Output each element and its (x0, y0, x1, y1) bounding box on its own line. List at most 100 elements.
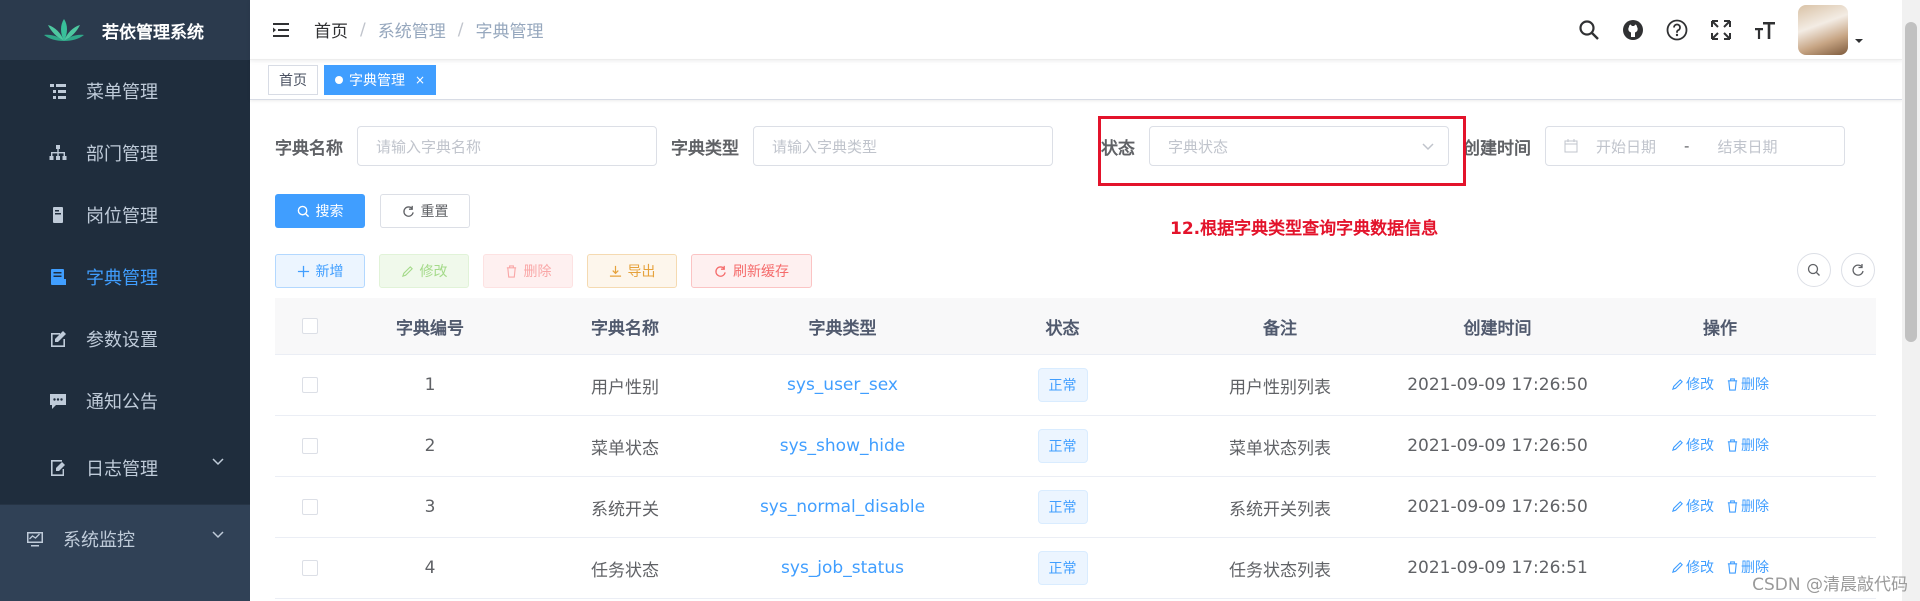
create-time: 2021-09-09 17:26:50 (1407, 436, 1588, 456)
column-header: 操作 (1703, 318, 1737, 339)
row-edit-button[interactable]: 修改 (1671, 557, 1714, 577)
sidebar-item-menu[interactable]: 菜单管理 (0, 60, 250, 122)
trash-icon (1727, 561, 1738, 574)
dict-type-cell: sys_show_hide (735, 436, 950, 456)
op-label: 删除 (1741, 499, 1769, 516)
create-time: 2021-09-09 17:26:50 (1407, 375, 1588, 395)
status-badge: 正常 (1037, 490, 1088, 524)
sidebar-item-label: 菜单管理 (86, 82, 158, 103)
create-time: 2021-09-09 17:26:51 (1407, 558, 1588, 578)
scrollbar[interactable] (1902, 0, 1920, 601)
tags-view: 首页 字典管理 × (250, 60, 1902, 100)
dict-name-label: 字典名称 (275, 138, 343, 159)
remark: 用户性别列表 (1229, 377, 1331, 398)
github-icon[interactable] (1622, 19, 1644, 41)
tag-home[interactable]: 首页 (268, 64, 318, 95)
refresh-cache-button[interactable]: 刷新缓存 (691, 254, 812, 288)
sidebar-item-notice[interactable]: 通知公告 (0, 370, 250, 432)
search-form: 字典名称 请输入字典名称 字典类型 请输入字典类型 状态 字典状态 创建时间 开… (275, 126, 1845, 166)
select-all-checkbox[interactable] (302, 318, 318, 334)
dict-type-cell: sys_normal_disable (735, 497, 950, 517)
help-icon[interactable] (1666, 19, 1688, 41)
trash-icon (506, 264, 516, 278)
sidebar-item-log[interactable]: 日志管理 (0, 432, 250, 504)
op-label: 修改 (1686, 560, 1714, 577)
column-header: 备注 (1263, 318, 1297, 339)
select-cell (275, 499, 345, 515)
logo[interactable]: 若依管理系统 (0, 0, 250, 60)
caret-down-icon[interactable] (1854, 36, 1864, 46)
dict-table: 字典编号 字典名称 字典类型 状态 备注 创建时间 操作 1 用户性别 sys_us… (275, 298, 1876, 599)
plus-icon (297, 265, 309, 277)
hamburger-icon[interactable] (272, 20, 292, 40)
status-cell: 正常 (950, 429, 1175, 463)
sidebar-item-dept[interactable]: 部门管理 (0, 122, 250, 184)
font-size-icon[interactable] (1754, 19, 1776, 41)
fullscreen-icon[interactable] (1710, 19, 1732, 41)
table-body: 1 用户性别 sys_user_sex 正常 用户性别列表 2021-09-09 17:2… (275, 355, 1876, 599)
select-cell (275, 560, 345, 576)
download-icon (609, 265, 621, 277)
tree-table-icon (50, 84, 66, 99)
close-icon[interactable]: × (415, 73, 425, 87)
breadcrumb-current: 字典管理 (475, 22, 544, 42)
org-tree-icon (49, 145, 67, 160)
dict-name-input[interactable]: 请输入字典名称 (357, 126, 657, 166)
breadcrumb: 首页 / 系统管理 / 字典管理 (314, 17, 544, 43)
row-checkbox[interactable] (302, 438, 318, 454)
date-range-picker[interactable]: 开始日期 - 结束日期 (1545, 126, 1845, 166)
sidebar: 若依管理系统 菜单管理 部门管理 岗位管理 字典管理 参数设置 通知公告 日志管… (0, 0, 250, 601)
dict-icon (51, 269, 66, 285)
row-edit-button[interactable]: 修改 (1671, 435, 1714, 455)
row-edit-button[interactable]: 修改 (1671, 374, 1714, 394)
scroll-thumb[interactable] (1905, 22, 1917, 342)
add-button[interactable]: 新增 (275, 254, 365, 288)
status-badge: 正常 (1037, 368, 1088, 402)
app: 若依管理系统 菜单管理 部门管理 岗位管理 字典管理 参数设置 通知公告 日志管… (0, 0, 1920, 601)
export-button[interactable]: 导出 (587, 254, 677, 288)
delete-button[interactable]: 删除 (483, 254, 573, 288)
op-label: 删除 (1741, 438, 1769, 455)
right-menu (1578, 0, 1902, 60)
start-date[interactable]: 开始日期 (1596, 136, 1656, 157)
dict-type-link[interactable]: sys_show_hide (780, 436, 905, 456)
dict-type-link[interactable]: sys_normal_disable (760, 497, 925, 517)
status-badge: 正常 (1037, 551, 1088, 585)
dict-type-input[interactable]: 请输入字典类型 (753, 126, 1053, 166)
row-checkbox[interactable] (302, 377, 318, 393)
dict-type-link[interactable]: sys_job_status (781, 558, 904, 578)
button-label: 修改 (419, 264, 448, 280)
button-label: 导出 (627, 264, 656, 280)
row-delete-button[interactable]: 删除 (1726, 435, 1769, 455)
sidebar-item-dict[interactable]: 字典管理 (0, 246, 250, 308)
table-row: 1 用户性别 sys_user_sex 正常 用户性别列表 2021-09-09 17:2… (275, 355, 1876, 416)
breadcrumb-home[interactable]: 首页 (314, 17, 348, 42)
sidebar-item-monitor[interactable]: 系统监控 (0, 504, 250, 572)
row-checkbox[interactable] (302, 560, 318, 576)
search-icon[interactable] (1578, 19, 1600, 41)
actions-cell: 修改 删除 (1610, 435, 1830, 457)
create-time: 2021-09-09 17:26:50 (1407, 497, 1588, 517)
button-label: 刷新缓存 (733, 264, 789, 280)
calendar-icon (1564, 139, 1578, 153)
row-checkbox[interactable] (302, 499, 318, 515)
column-header: 字典编号 (396, 318, 464, 339)
avatar[interactable] (1798, 5, 1848, 55)
toggle-search-button[interactable] (1797, 253, 1831, 287)
button-label: 新增 (315, 264, 344, 280)
row-delete-button[interactable]: 删除 (1726, 496, 1769, 516)
trash-icon (1727, 378, 1738, 391)
tag-dict[interactable]: 字典管理 × (324, 64, 437, 95)
row-edit-button[interactable]: 修改 (1671, 496, 1714, 516)
edit-button[interactable]: 修改 (379, 254, 469, 288)
dict-type-link[interactable]: sys_user_sex (787, 375, 898, 395)
reset-button[interactable]: 重置 (380, 194, 470, 228)
select-cell (275, 438, 345, 454)
refresh-table-button[interactable] (1841, 253, 1875, 287)
row-delete-button[interactable]: 删除 (1726, 374, 1769, 394)
search-button[interactable]: 搜索 (275, 194, 365, 228)
sidebar-item-post[interactable]: 岗位管理 (0, 184, 250, 246)
breadcrumb-system: 系统管理 (377, 22, 446, 42)
end-date[interactable]: 结束日期 (1717, 136, 1777, 157)
sidebar-item-config[interactable]: 参数设置 (0, 308, 250, 370)
